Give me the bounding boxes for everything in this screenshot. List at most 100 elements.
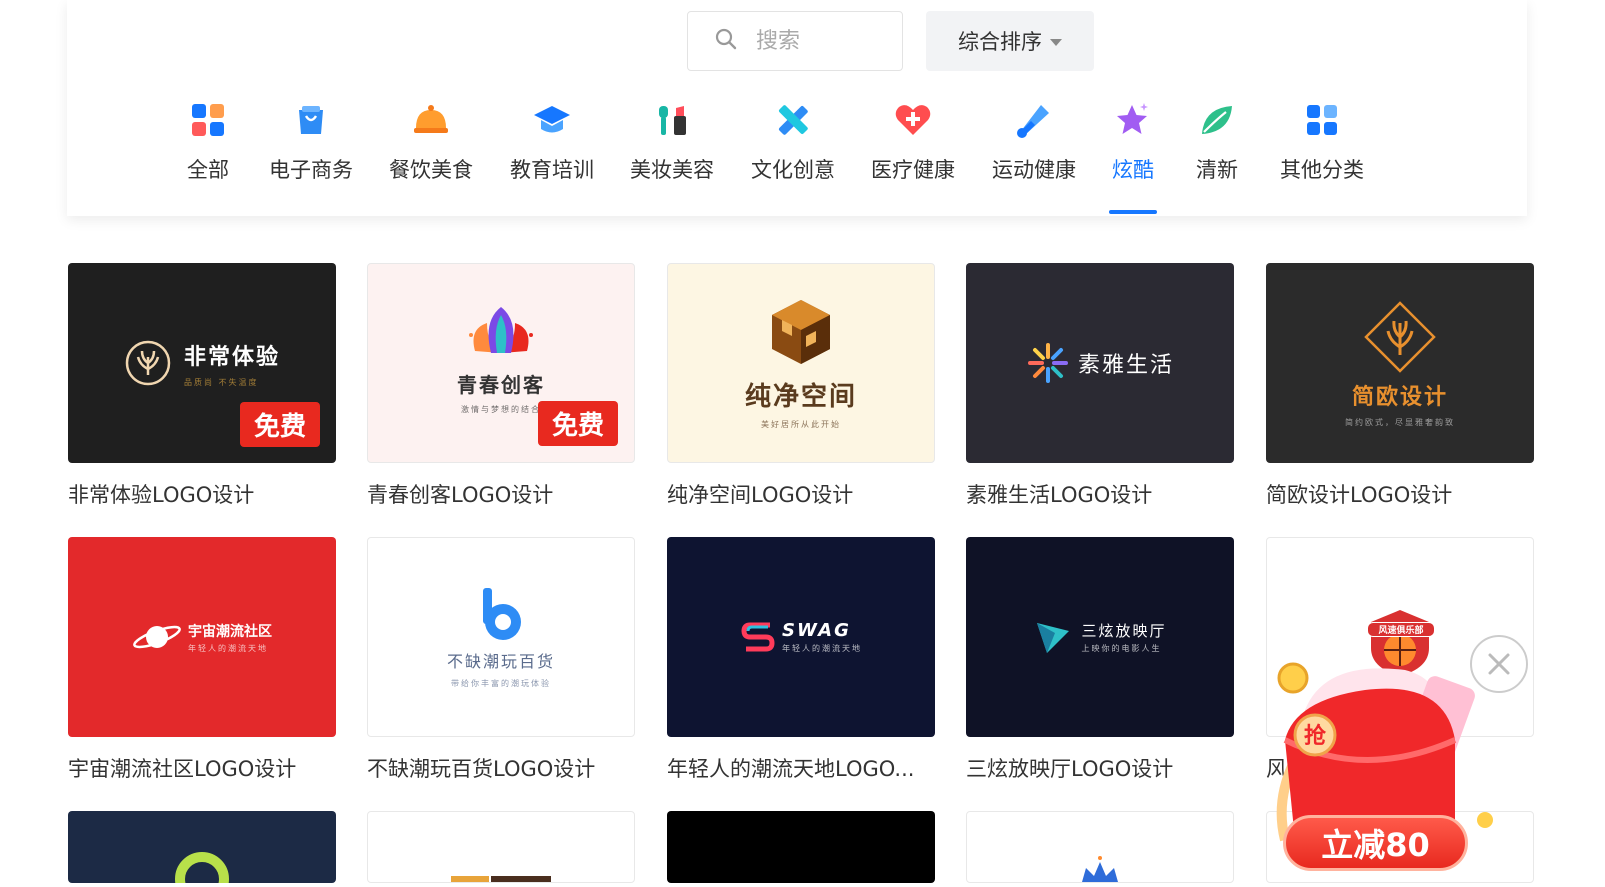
category-sports[interactable]: 运动健康 xyxy=(992,100,1076,184)
template-card[interactable]: 青春创客 激情与梦想的结合 免费 青春创客LOGO设计 xyxy=(367,263,635,509)
letter-s-logo-icon xyxy=(741,622,775,652)
grab-text: 抢 xyxy=(1304,723,1327,749)
crown-logo-icon xyxy=(1082,856,1118,882)
shopping-bag-icon xyxy=(291,100,331,140)
category-label: 电子商务 xyxy=(269,158,353,182)
template-card[interactable]: 简欧设计 简约欧式，尽显雅奢韵致 简欧设计LOGO设计 xyxy=(1266,263,1534,509)
template-title: 年轻人的潮流天地LOGO... xyxy=(667,757,915,781)
template-thumbnail xyxy=(68,811,336,883)
free-badge: 免费 xyxy=(537,401,618,446)
logo-subtext: 品质尚 不失温度 xyxy=(183,377,259,387)
logo-subtext: 带给你丰富的潮玩体验 xyxy=(450,678,551,688)
logo-text: 简欧设计 xyxy=(1351,384,1448,410)
category-label: 餐饮美食 xyxy=(389,158,473,182)
category-cool[interactable]: 炫酷 xyxy=(1109,100,1157,214)
template-thumbnail: 青春创客 激情与梦想的结合 免费 xyxy=(367,263,635,463)
category-all[interactable]: 全部 xyxy=(187,100,229,184)
logo-text: SWAG xyxy=(782,620,851,641)
template-title: 三炫放映厅LOGO设计 xyxy=(966,757,1174,781)
template-thumbnail xyxy=(367,811,635,883)
category-beauty[interactable]: 美妆美容 xyxy=(630,100,714,184)
template-card[interactable]: 不缺潮玩百货 带给你丰富的潮玩体验 不缺潮玩百货LOGO设计 xyxy=(367,537,635,783)
template-title: 简欧设计LOGO设计 xyxy=(1266,483,1453,507)
diamond-wheat-logo-icon xyxy=(1364,300,1436,373)
star-sparkle-icon xyxy=(1113,100,1153,140)
template-title: 不缺潮玩百货LOGO设计 xyxy=(367,757,596,781)
close-icon xyxy=(1488,653,1510,675)
category-education[interactable]: 教育培训 xyxy=(510,100,594,184)
template-title: 非常体验LOGO设计 xyxy=(68,483,255,507)
starburst-logo-icon xyxy=(1027,343,1068,383)
category-ecommerce[interactable]: 电子商务 xyxy=(269,100,353,184)
logo-text: 青春创客 xyxy=(457,373,545,397)
graduation-cap-icon xyxy=(532,100,572,140)
free-badge: 免费 xyxy=(239,402,320,447)
category-label: 美妆美容 xyxy=(630,158,714,182)
play-triangle-logo-icon xyxy=(1037,623,1070,653)
wheat-logo-icon xyxy=(125,340,171,386)
template-card[interactable]: 非常体验 品质尚 不失温度 免费 非常体验LOGO设计 xyxy=(68,263,336,509)
template-thumbnail: 简欧设计 简约欧式，尽显雅奢韵致 xyxy=(1266,263,1534,463)
lotus-logo-icon xyxy=(469,307,533,353)
sort-dropdown[interactable]: 综合排序 xyxy=(926,11,1094,71)
active-tab-indicator xyxy=(1109,210,1157,214)
search-input[interactable] xyxy=(754,27,888,55)
logo-subtext: 年轻人的潮流天地 xyxy=(188,643,268,653)
template-card[interactable]: 纯净空间 美好居所从此开始 纯净空间LOGO设计 xyxy=(667,263,935,509)
template-title: 宇宙潮流社区LOGO设计 xyxy=(68,757,297,781)
discount-badge[interactable]: 立减80 xyxy=(1283,815,1468,871)
leaf-icon xyxy=(1197,100,1237,140)
template-thumbnail: 非常体验 品质尚 不失温度 免费 xyxy=(68,263,336,463)
category-culture[interactable]: 文化创意 xyxy=(751,100,835,184)
logo-text: 宇宙潮流社区 xyxy=(188,623,272,640)
ring-logo-icon xyxy=(175,852,229,883)
letter-b-logo-icon xyxy=(482,587,521,640)
template-thumbnail xyxy=(966,811,1234,883)
cube-logo-icon xyxy=(771,300,830,364)
template-card[interactable]: 素雅生活 素雅生活LOGO设计 xyxy=(966,263,1234,509)
logo-text: 纯净空间 xyxy=(744,382,857,412)
template-thumbnail: 宇宙潮流社区 年轻人的潮流天地 xyxy=(68,537,336,737)
logo-text: 非常体验 xyxy=(183,344,280,370)
grid-icon xyxy=(188,100,228,140)
category-other[interactable]: 其他分类 xyxy=(1280,100,1364,184)
search-box[interactable] xyxy=(687,11,903,71)
template-thumbnail: SWAG 年轻人的潮流天地 xyxy=(667,537,935,737)
category-fresh[interactable]: 清新 xyxy=(1196,100,1238,184)
template-thumbnail: 纯净空间 美好居所从此开始 xyxy=(667,263,935,463)
badge-logo-text: 风速俱乐部 xyxy=(1367,622,1435,637)
category-label: 全部 xyxy=(187,158,229,182)
category-nav: 全部 电子商务 餐饮美食 教育培训 美妆美容 文化创意 医疗健康 运动健康 炫酷… xyxy=(0,100,1605,216)
template-card[interactable]: 三炫放映厅 上映你的电影人生 三炫放映厅LOGO设计 xyxy=(966,537,1234,783)
sort-label: 综合排序 xyxy=(958,30,1042,54)
planet-logo-icon xyxy=(133,625,181,649)
template-card[interactable] xyxy=(367,811,635,883)
search-icon xyxy=(714,27,738,55)
category-label: 运动健康 xyxy=(992,158,1076,182)
category-label: 清新 xyxy=(1196,158,1238,182)
template-title: 青春创客LOGO设计 xyxy=(367,483,554,507)
logo-subtext: 美好居所从此开始 xyxy=(760,420,841,429)
logo-subtext: 激情与梦想的结合 xyxy=(461,405,541,414)
block-logo-icon xyxy=(451,876,551,882)
category-food[interactable]: 餐饮美食 xyxy=(389,100,473,184)
logo-text: 不缺潮玩百货 xyxy=(446,651,555,671)
category-label: 文化创意 xyxy=(751,158,835,182)
lipstick-icon xyxy=(652,100,692,140)
template-card[interactable]: SWAG 年轻人的潮流天地 年轻人的潮流天地LOGO... xyxy=(667,537,935,783)
template-card[interactable] xyxy=(966,811,1234,883)
caret-down-icon xyxy=(1050,39,1062,46)
template-card[interactable] xyxy=(68,811,336,883)
logo-text: 素雅生活 xyxy=(1077,353,1174,378)
template-thumbnail xyxy=(667,811,935,883)
template-card[interactable]: 宇宙潮流社区 年轻人的潮流天地 宇宙潮流社区LOGO设计 xyxy=(68,537,336,783)
template-card[interactable] xyxy=(667,811,935,883)
template-title: 纯净空间LOGO设计 xyxy=(667,483,854,507)
template-thumbnail: 不缺潮玩百货 带给你丰富的潮玩体验 xyxy=(367,537,635,737)
category-label: 其他分类 xyxy=(1280,158,1364,182)
category-medical[interactable]: 医疗健康 xyxy=(871,100,955,184)
grid-icon xyxy=(1302,100,1342,140)
shuttlecock-icon xyxy=(1014,100,1054,140)
logo-subtext: 年轻人的潮流天地 xyxy=(782,644,862,653)
close-promo-button[interactable] xyxy=(1470,635,1528,693)
